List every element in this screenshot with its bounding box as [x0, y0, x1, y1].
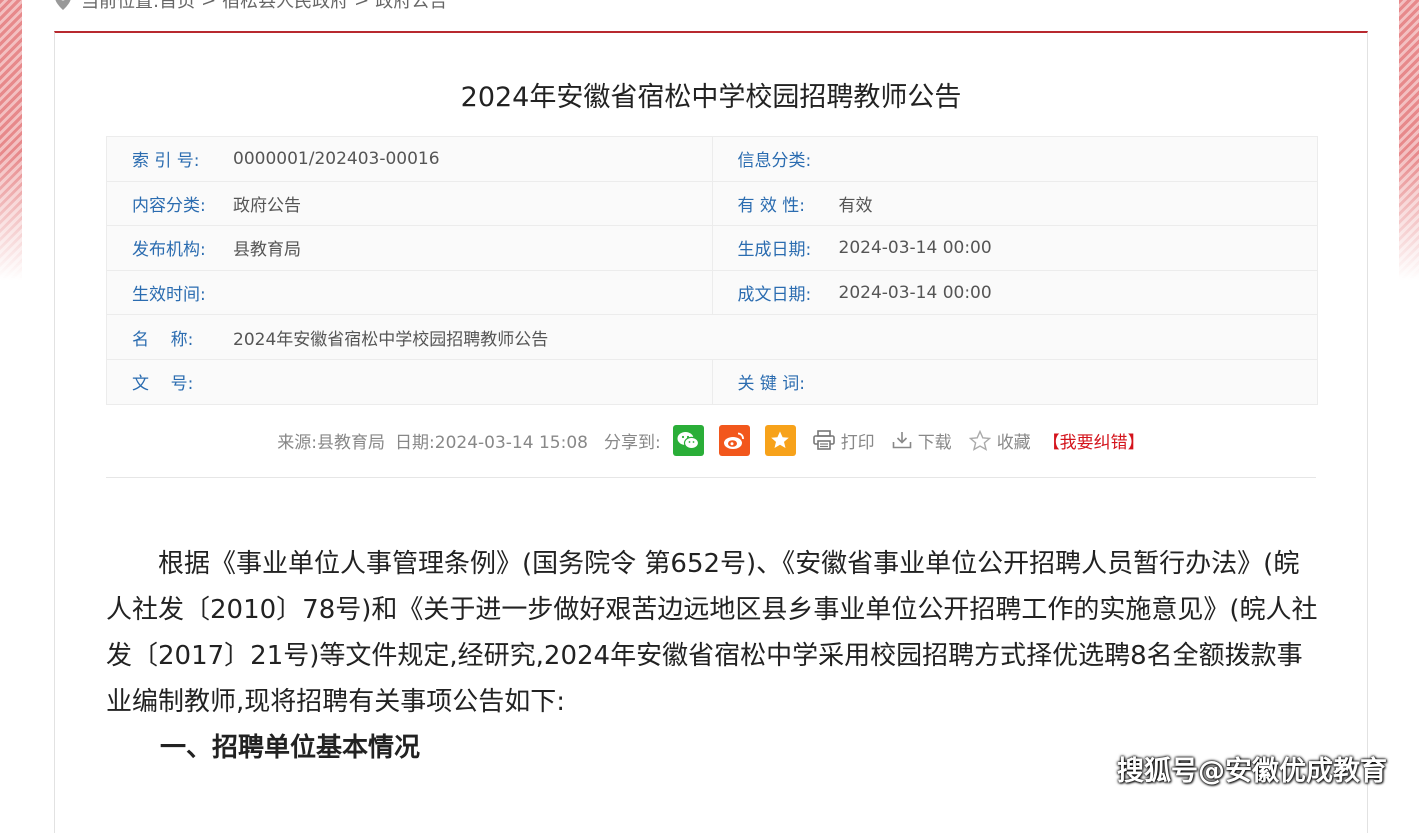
metadata-cell-index: 索 引 号: 0000001/202403-00016: [107, 137, 712, 181]
metadata-row: 内容分类: 政府公告 有 效 性: 有效: [107, 181, 1318, 227]
metadata-label: 成文日期:: [737, 285, 812, 306]
metadata-cell-effective-time: 生效时间:: [107, 271, 712, 315]
star-icon: [968, 429, 991, 451]
download-icon: [892, 432, 911, 449]
favorite-label: 收藏: [996, 432, 1031, 453]
download-label: 下载: [917, 432, 952, 453]
metadata-label: 有 效 性:: [737, 195, 806, 216]
article-toolbar: 来源:县教育局 日期:2024-03-14 15:08 分享到: 打印 下载 收…: [55, 424, 1367, 456]
metadata-row: 文 号: 关 键 词:: [107, 359, 1318, 404]
breadcrumb-notice-link[interactable]: 政府公告: [375, 0, 447, 13]
metadata-value: 2024-03-14 00:00: [838, 282, 992, 303]
favorite-button[interactable]: 收藏: [968, 428, 1031, 453]
metadata-value: 有效: [838, 195, 873, 216]
share-weibo-button[interactable]: [718, 424, 750, 456]
article-panel: 2024年安徽省宿松中学校园招聘教师公告 索 引 号: 0000001/2024…: [54, 31, 1368, 833]
metadata-cell-written-date: 成文日期: 2024-03-14 00:00: [711, 270, 1318, 315]
metadata-label: 文 号:: [132, 374, 194, 395]
metadata-value: 0000001/202403-00016: [233, 148, 440, 169]
publish-date-text: 日期:2024-03-14 15:08: [395, 432, 588, 453]
metadata-label: 生成日期:: [737, 240, 812, 261]
background-pattern-right: [1399, 0, 1419, 280]
metadata-cell-doc-no: 文 号:: [107, 360, 712, 404]
article-body: 根据《事业单位人事管理条例》(国务院令 第652号)、《安徽省事业单位公开招聘人…: [106, 541, 1318, 771]
metadata-row: 索 引 号: 0000001/202403-00016 信息分类:: [107, 137, 1317, 182]
breadcrumb-separator: >: [354, 0, 370, 11]
breadcrumb-separator: >: [201, 0, 217, 11]
metadata-label: 名 称:: [132, 329, 194, 350]
metadata-value: 2024-03-14 00:00: [838, 237, 992, 258]
metadata-label: 信息分类:: [737, 151, 812, 172]
metadata-row: 生效时间: 成文日期: 2024-03-14 00:00: [107, 270, 1318, 316]
breadcrumb-home-link[interactable]: 首页: [159, 0, 195, 13]
report-error-link[interactable]: 【我要纠错】: [1043, 428, 1145, 453]
metadata-row: 名 称: 2024年安徽省宿松中学校园招聘教师公告: [107, 315, 1317, 360]
breadcrumb-county-link[interactable]: 宿松县人民政府: [222, 0, 348, 13]
download-button[interactable]: 下载: [892, 428, 952, 453]
metadata-cell-generated-date: 生成日期: 2024-03-14 00:00: [711, 226, 1318, 270]
document-metadata-table: 索 引 号: 0000001/202403-00016 信息分类: 内容分类: …: [106, 136, 1318, 405]
metadata-cell-validity: 有 效 性: 有效: [711, 181, 1318, 226]
metadata-value: 县教育局: [233, 240, 301, 261]
metadata-cell-content-category: 内容分类: 政府公告: [107, 182, 712, 226]
metadata-label: 索 引 号:: [132, 151, 200, 172]
metadata-cell-keywords: 关 键 词:: [711, 359, 1318, 404]
metadata-label: 关 键 词:: [737, 374, 806, 395]
wechat-icon: [677, 431, 700, 449]
breadcrumb: 当前位置: 首页 > 宿松县人民政府 > 政府公告: [55, 0, 447, 12]
metadata-cell-publisher: 发布机构: 县教育局: [107, 226, 712, 270]
article-title: 2024年安徽省宿松中学校园招聘教师公告: [460, 82, 962, 113]
share-qzone-button[interactable]: [764, 424, 796, 456]
metadata-row: 发布机构: 县教育局 生成日期: 2024-03-14 00:00: [107, 226, 1317, 271]
weibo-icon: [724, 432, 745, 449]
source-text: 来源:县教育局: [277, 432, 386, 453]
metadata-label: 发布机构:: [132, 240, 206, 261]
breadcrumb-prefix: 当前位置:: [81, 0, 160, 12]
metadata-value: 政府公告: [233, 195, 301, 216]
metadata-value: 2024年安徽省宿松中学校园招聘教师公告: [233, 329, 549, 350]
share-wechat-button[interactable]: [672, 424, 704, 456]
printer-icon: [812, 430, 835, 450]
article-paragraph: 根据《事业单位人事管理条例》(国务院令 第652号)、《安徽省事业单位公开招聘人…: [106, 549, 1318, 717]
location-pin-icon: [55, 0, 71, 10]
toolbar-divider: [106, 477, 1316, 478]
metadata-cell-name: 名 称: 2024年安徽省宿松中学校园招聘教师公告: [107, 315, 1317, 359]
print-label: 打印: [840, 432, 875, 453]
print-button[interactable]: 打印: [812, 428, 875, 453]
metadata-label: 内容分类:: [132, 195, 206, 216]
background-pattern-left: [0, 0, 22, 280]
share-label: 分享到:: [603, 432, 661, 453]
qzone-icon: [771, 431, 789, 448]
watermark-text: 搜狐号@安徽优成教育: [1117, 756, 1387, 787]
metadata-cell-info-category: 信息分类:: [711, 137, 1318, 181]
metadata-label: 生效时间:: [132, 285, 206, 306]
